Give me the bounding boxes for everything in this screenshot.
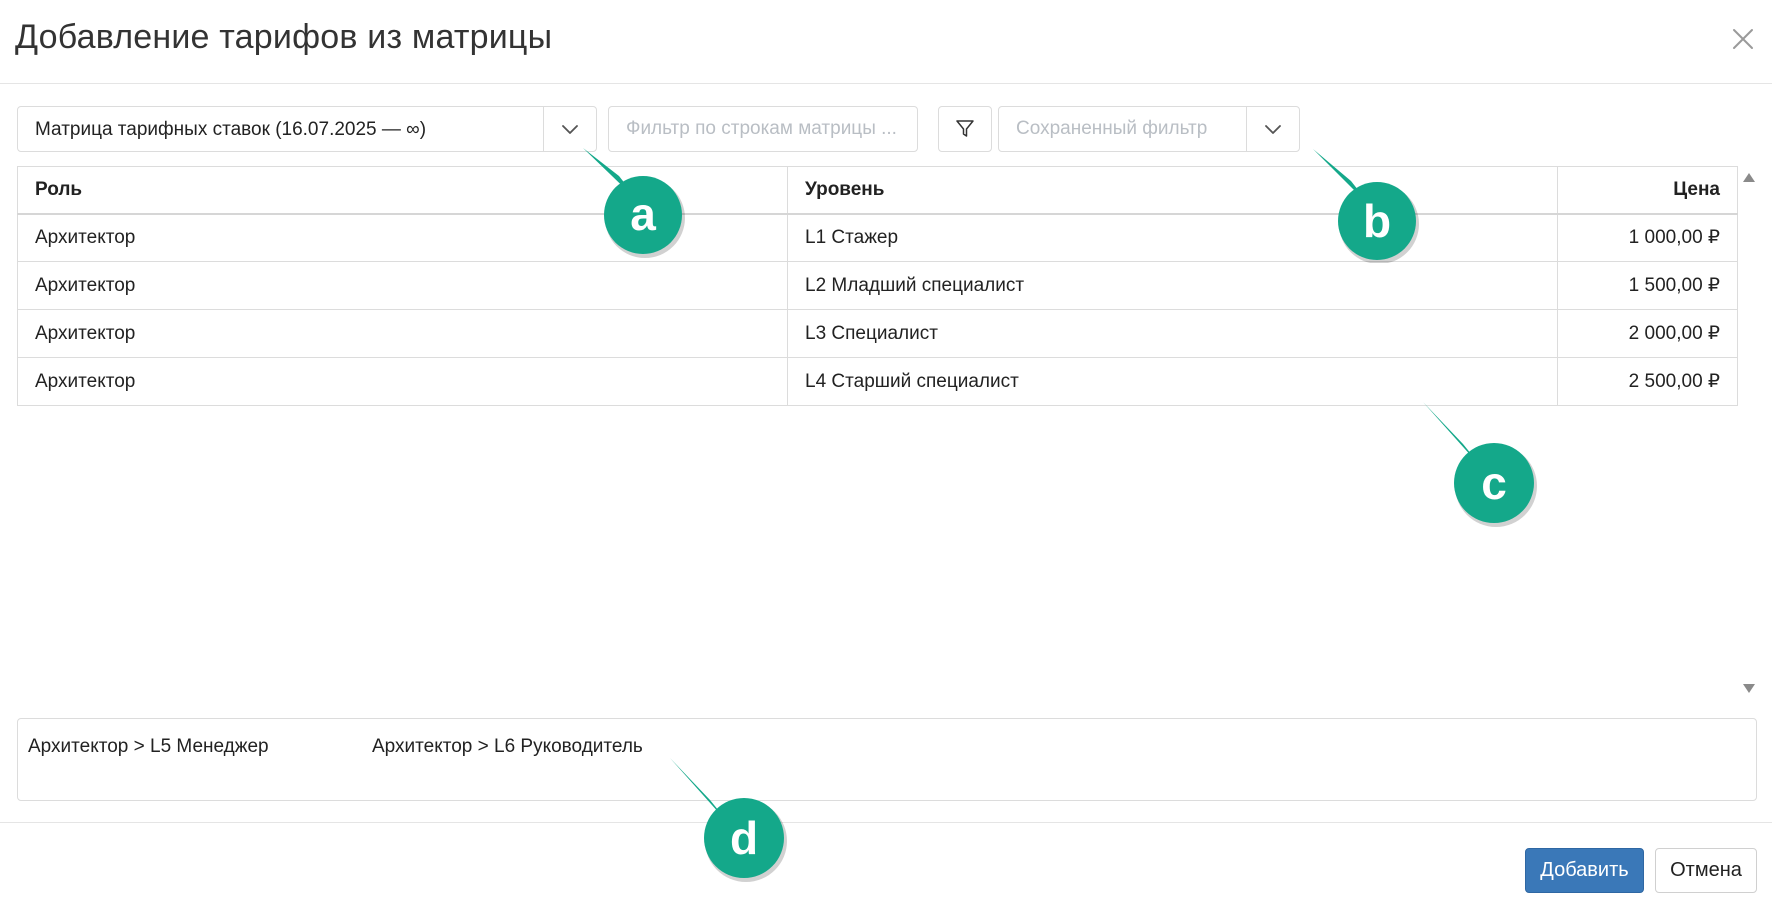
- scroll-up-icon: [1743, 173, 1755, 182]
- table-row[interactable]: Архитектор L3 Специалист 2 000,00 ₽: [17, 309, 1738, 358]
- dialog-title: Добавление тарифов из матрицы: [15, 18, 553, 56]
- close-icon: [1733, 29, 1753, 49]
- callout-marker-b: b: [1313, 149, 1419, 263]
- scroll-down-button[interactable]: [1741, 682, 1757, 696]
- callout-label: a: [630, 188, 656, 240]
- filter-button[interactable]: [938, 106, 992, 152]
- table-header-row: Роль Уровень Цена: [17, 166, 1738, 215]
- selected-item[interactable]: Архитектор > L6 Руководитель: [372, 736, 643, 758]
- callout-label: b: [1363, 195, 1391, 247]
- callout-label: c: [1481, 457, 1507, 509]
- saved-filter-select[interactable]: [998, 106, 1300, 152]
- matrix-select[interactable]: Матрица тарифных ставок (16.07.2025 — ∞): [17, 106, 597, 152]
- cell-level: L2 Младший специалист: [787, 261, 1558, 310]
- cell-role: Архитектор: [17, 309, 788, 358]
- dialog-header: Добавление тарифов из матрицы: [0, 0, 1772, 84]
- selected-item[interactable]: Архитектор > L5 Менеджер: [28, 736, 269, 758]
- chevron-down-icon: [1265, 125, 1281, 134]
- saved-filter-input[interactable]: [999, 107, 1247, 151]
- cell-price: 2 000,00 ₽: [1557, 309, 1738, 358]
- add-button[interactable]: Добавить: [1525, 848, 1644, 893]
- cell-role: Архитектор: [17, 357, 788, 406]
- callout-marker-d: d: [670, 758, 787, 882]
- column-header-level[interactable]: Уровень: [787, 166, 1558, 215]
- cell-price: 1 500,00 ₽: [1557, 261, 1738, 310]
- cell-price: 1 000,00 ₽: [1557, 213, 1738, 262]
- cell-level: L1 Стажер: [787, 213, 1558, 262]
- matrix-select-value: Матрица тарифных ставок (16.07.2025 — ∞): [35, 119, 427, 140]
- callout-marker-c: c: [1423, 402, 1537, 527]
- table-row[interactable]: Архитектор L2 Младший специалист 1 500,0…: [17, 261, 1738, 310]
- close-button[interactable]: [1726, 22, 1760, 56]
- callout-label: d: [730, 812, 758, 864]
- callout-marker-a: a: [583, 148, 685, 258]
- selected-items-box: Архитектор > L5 Менеджер Архитектор > L6…: [17, 718, 1757, 801]
- filter-icon: [956, 120, 974, 137]
- tariff-table: Роль Уровень Цена Архитектор L1 Стажер 1…: [17, 166, 1738, 406]
- saved-filter-toggle[interactable]: [1246, 107, 1299, 151]
- dialog-footer: Добавить Отмена: [0, 822, 1772, 903]
- cell-level: L3 Специалист: [787, 309, 1558, 358]
- cell-price: 2 500,00 ₽: [1557, 357, 1738, 406]
- chevron-down-icon: [562, 125, 578, 134]
- cancel-button[interactable]: Отмена: [1655, 848, 1757, 893]
- table-row[interactable]: Архитектор L1 Стажер 1 000,00 ₽: [17, 213, 1738, 262]
- scroll-down-icon: [1743, 684, 1755, 693]
- column-header-price[interactable]: Цена: [1557, 166, 1738, 215]
- scroll-up-button[interactable]: [1741, 170, 1757, 184]
- cell-role: Архитектор: [17, 261, 788, 310]
